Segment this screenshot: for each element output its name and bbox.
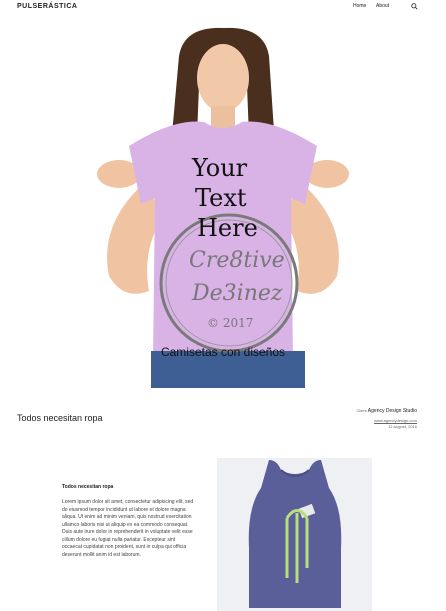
shirt-text-line-1: Your: [192, 154, 248, 182]
watermark-line-1: Cre8tive: [189, 248, 285, 273]
product-image: [217, 458, 372, 611]
client-info: Client Agency Design Studio: [356, 408, 417, 414]
watermark-line-3: © 2017: [207, 316, 254, 330]
site-brand[interactable]: PULSERÁSTICA: [17, 3, 77, 10]
watermark-line-2: De3inez: [192, 281, 283, 306]
client-name: Agency Design Studio: [367, 408, 417, 414]
project-date: 12 August, 2016: [388, 424, 417, 429]
detail-body: Lorem ipsum dolor sit amet, consectetur …: [62, 499, 194, 558]
hero-image: Your Text Here Cre8tive De3inez © 2017: [79, 26, 367, 388]
detail-title: Todos necesitan ropa: [62, 484, 114, 490]
shirt-text-line-3: Here: [197, 214, 258, 242]
nav-about[interactable]: About: [376, 3, 389, 9]
project-url[interactable]: www.agencydesign.com: [374, 418, 417, 423]
nav-home[interactable]: Home: [353, 3, 366, 9]
detail-block: Todos necesitan ropa Lorem ipsum dolor s…: [62, 484, 195, 559]
top-header: PULSERÁSTICA Home About: [0, 0, 446, 14]
client-label: Client: [356, 408, 367, 413]
shirt-text-line-2: Text: [195, 184, 247, 212]
search-icon[interactable]: [411, 3, 418, 10]
hero-caption: Camisetas con diseños: [160, 345, 286, 359]
project-title: Todos necesitan ropa: [17, 413, 103, 423]
